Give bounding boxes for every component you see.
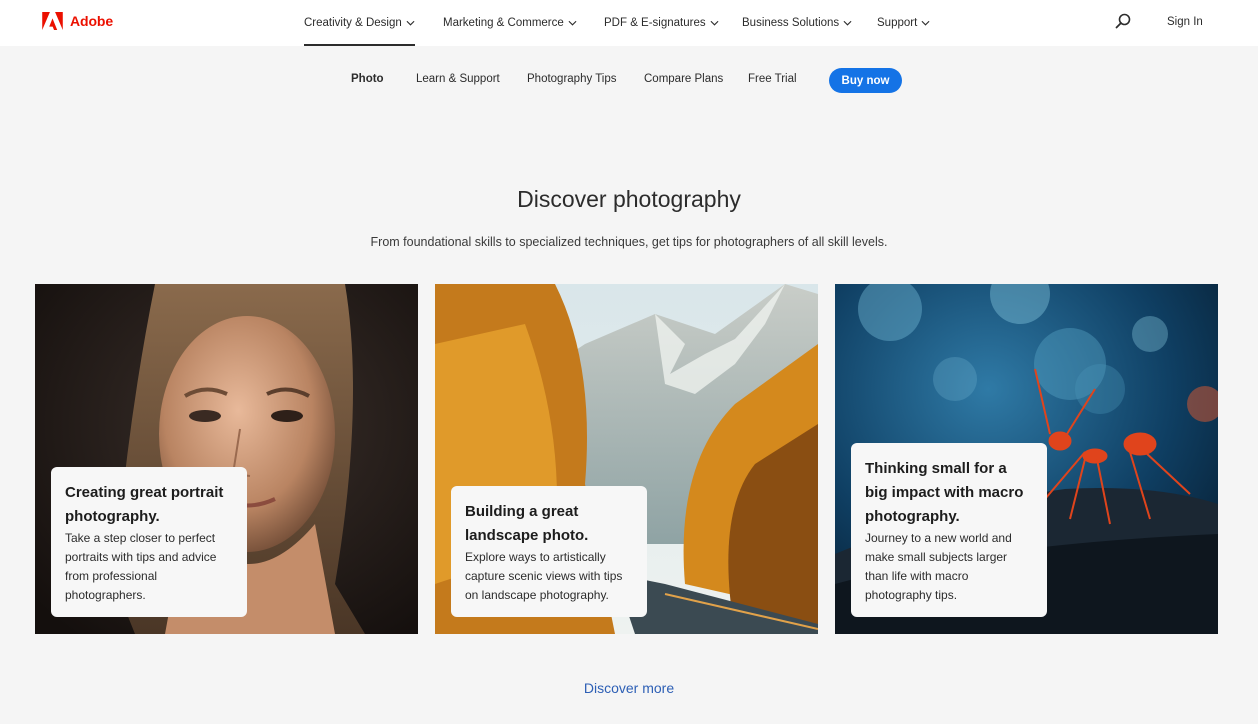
lnav-photography-tips[interactable]: Photography Tips [527,73,617,85]
chevron-down-icon [406,20,415,26]
gnav-label: PDF & E-signatures [604,17,706,29]
card-overlay: Building a great landscape photo. Explor… [451,486,647,617]
card-landscape[interactable]: Building a great landscape photo. Explor… [435,284,818,634]
card-title: Creating great portrait photography. [65,484,224,525]
card-portrait[interactable]: Creating great portrait photography. Tak… [35,284,418,634]
adobe-logo-icon [42,12,63,30]
gnav-label: Marketing & Commerce [443,17,564,29]
card-description: Journey to a new world and make small su… [865,531,1012,602]
discover-more-link[interactable]: Discover more [0,680,1258,696]
gnav-marketing-commerce[interactable]: Marketing & Commerce [443,0,577,46]
card-title: Thinking small for a big impact with mac… [865,460,1024,525]
gnav-business-solutions[interactable]: Business Solutions [742,0,852,46]
gnav-creativity-design[interactable]: Creativity & Design [304,0,415,46]
card-macro[interactable]: Thinking small for a big impact with mac… [835,284,1218,634]
lnav-free-trial[interactable]: Free Trial [748,73,797,85]
buy-now-button[interactable]: Buy now [829,68,902,93]
lnav-learn-support[interactable]: Learn & Support [416,73,500,85]
chevron-down-icon [710,20,719,26]
gnav-label: Creativity & Design [304,17,402,29]
lnav-compare-plans[interactable]: Compare Plans [644,73,723,85]
chevron-down-icon [921,20,930,26]
chevron-down-icon [843,20,852,26]
chevron-down-icon [568,20,577,26]
page-subtitle: From foundational skills to specialized … [370,235,888,249]
gnav-label: Business Solutions [742,17,840,29]
adobe-logo-text: Adobe [70,13,114,29]
global-nav: Adobe Creativity & Design Marketing & Co… [0,0,1258,46]
card-title: Building a great landscape photo. [465,503,589,544]
gnav-support[interactable]: Support [877,0,930,46]
card-overlay: Creating great portrait photography. Tak… [51,467,247,617]
card-description: Explore ways to artistically capture sce… [465,550,623,602]
card-description: Take a step closer to perfect portraits … [65,531,217,602]
search-icon[interactable] [1115,13,1131,29]
adobe-logo[interactable]: Adobe [42,12,113,30]
sign-in-link[interactable]: Sign In [1167,16,1203,28]
card-overlay: Thinking small for a big impact with mac… [851,443,1047,617]
page-title: Discover photography [517,186,741,212]
gnav-label: Support [877,17,918,29]
gnav-pdf-esignatures[interactable]: PDF & E-signatures [604,0,719,46]
lnav-photo[interactable]: Photo [351,73,384,85]
